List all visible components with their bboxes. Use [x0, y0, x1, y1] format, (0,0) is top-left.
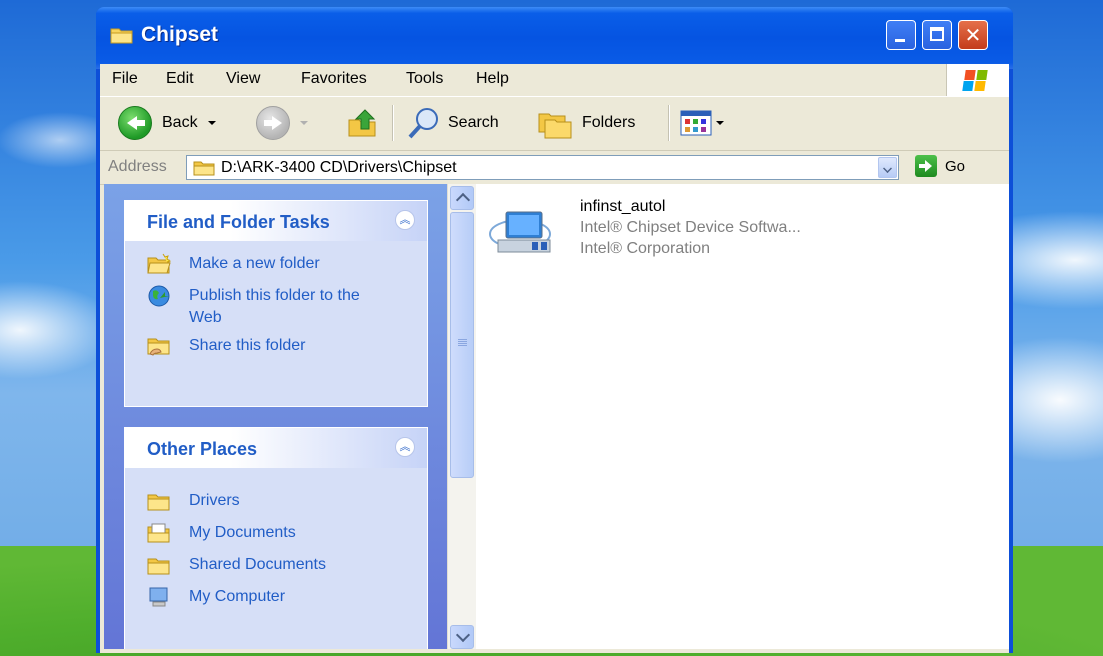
close-icon: ✕: [964, 23, 982, 47]
panel-header[interactable]: File and Folder Tasks ︽: [125, 201, 427, 241]
folders-label: Folders: [582, 114, 636, 131]
place-my-computer[interactable]: My Computer: [147, 586, 427, 612]
maximize-button[interactable]: [922, 20, 952, 50]
place-drivers[interactable]: Drivers: [147, 490, 427, 516]
go-button[interactable]: Go: [915, 155, 965, 177]
folders-icon: [538, 113, 572, 139]
toolbar-separator: [392, 105, 394, 141]
go-label: Go: [945, 157, 966, 175]
search-label: Search: [448, 114, 499, 131]
task-pane: File and Folder Tasks ︽ Make a new folde…: [104, 184, 447, 649]
chevron-down-icon: [207, 121, 216, 125]
file-list: infinst_autol Intel® Chipset Device Soft…: [476, 184, 1009, 649]
address-dropdown-button[interactable]: [878, 157, 897, 178]
task-make-new-folder[interactable]: Make a new folder: [147, 253, 427, 279]
go-arrow-icon: [915, 155, 937, 177]
forward-button[interactable]: [256, 106, 308, 140]
file-name: infinst_autol: [580, 198, 666, 215]
task-label: Share this folder: [189, 337, 306, 354]
scroll-thumb[interactable]: [450, 212, 474, 478]
title-bar[interactable]: Chipset ✕: [96, 7, 1013, 69]
views-icon: [680, 110, 712, 136]
collapse-icon[interactable]: ︽: [395, 210, 415, 230]
other-places-panel: Other Places ︽ Drivers My Documents Shar…: [124, 427, 428, 649]
place-label: Drivers: [189, 492, 240, 509]
folder-icon: [147, 558, 170, 575]
address-input[interactable]: D:\ARK-3400 CD\Drivers\Chipset: [186, 155, 899, 180]
share-folder-icon: [147, 338, 170, 356]
panel-header[interactable]: Other Places ︽: [125, 428, 427, 468]
up-folder-icon: [348, 109, 376, 137]
task-label: Publish this folder to the Web: [189, 287, 360, 326]
address-bar: Address D:\ARK-3400 CD\Drivers\Chipset G…: [100, 152, 1009, 185]
menu-bar: File Edit View Favorites Tools Help: [100, 64, 1009, 97]
menu-view[interactable]: View: [226, 70, 260, 88]
new-folder-icon: [147, 253, 171, 274]
views-button[interactable]: [680, 106, 724, 140]
toolbar-separator: [668, 105, 670, 141]
menu-file[interactable]: File: [112, 70, 138, 88]
window-title: Chipset: [141, 23, 219, 46]
menu-edit[interactable]: Edit: [166, 70, 194, 88]
folder-icon: [110, 28, 133, 44]
panel-title: Other Places: [147, 439, 258, 459]
toolbar: Back Search Folders: [100, 97, 1009, 151]
explorer-window: Chipset ✕ File Edit View Favorites Tools…: [96, 7, 1013, 653]
task-label: Make a new folder: [189, 255, 320, 272]
menu-favorites[interactable]: Favorites: [301, 70, 367, 88]
folder-icon: [193, 161, 215, 176]
globe-icon: [148, 285, 170, 307]
place-label: My Computer: [189, 588, 286, 605]
place-shared-documents[interactable]: Shared Documents: [147, 554, 427, 580]
search-button[interactable]: Search: [406, 106, 499, 140]
back-arrow-icon: [118, 106, 152, 140]
file-description: Intel® Chipset Device Softwa...: [580, 219, 801, 236]
computer-icon: [149, 587, 168, 607]
folders-button[interactable]: Folders: [536, 106, 635, 140]
minimize-button[interactable]: [886, 20, 916, 50]
place-my-documents[interactable]: My Documents: [147, 522, 427, 548]
task-publish-to-web[interactable]: Publish this folder to the Web: [147, 285, 389, 329]
menu-tools[interactable]: Tools: [406, 70, 443, 88]
scroll-up-button[interactable]: [450, 186, 474, 210]
chevron-down-icon: [716, 121, 724, 125]
documents-icon: [147, 523, 170, 543]
close-button[interactable]: ✕: [958, 20, 988, 50]
folder-icon: [147, 494, 170, 511]
windows-logo-icon: [946, 64, 1009, 96]
address-path: D:\ARK-3400 CD\Drivers\Chipset: [221, 159, 457, 176]
place-label: Shared Documents: [189, 556, 326, 573]
up-folder-button[interactable]: [346, 106, 380, 140]
forward-arrow-icon: [256, 106, 290, 140]
file-folder-tasks-panel: File and Folder Tasks ︽ Make a new folde…: [124, 200, 428, 407]
collapse-icon[interactable]: ︽: [395, 437, 415, 457]
back-label: Back: [162, 114, 198, 131]
chevron-down-icon: [300, 121, 308, 125]
installer-icon: [489, 211, 551, 253]
search-icon: [408, 108, 438, 139]
panel-title: File and Folder Tasks: [147, 212, 330, 232]
back-button[interactable]: Back: [118, 106, 216, 140]
task-pane-scrollbar[interactable]: [447, 184, 476, 649]
file-company: Intel® Corporation: [580, 240, 711, 257]
address-label: Address: [108, 158, 167, 175]
place-label: My Documents: [189, 524, 296, 541]
menu-help[interactable]: Help: [476, 70, 509, 88]
window-frame: File Edit View Favorites Tools Help Back: [100, 64, 1009, 653]
scroll-down-button[interactable]: [450, 625, 474, 649]
task-share-folder[interactable]: Share this folder: [147, 335, 427, 361]
